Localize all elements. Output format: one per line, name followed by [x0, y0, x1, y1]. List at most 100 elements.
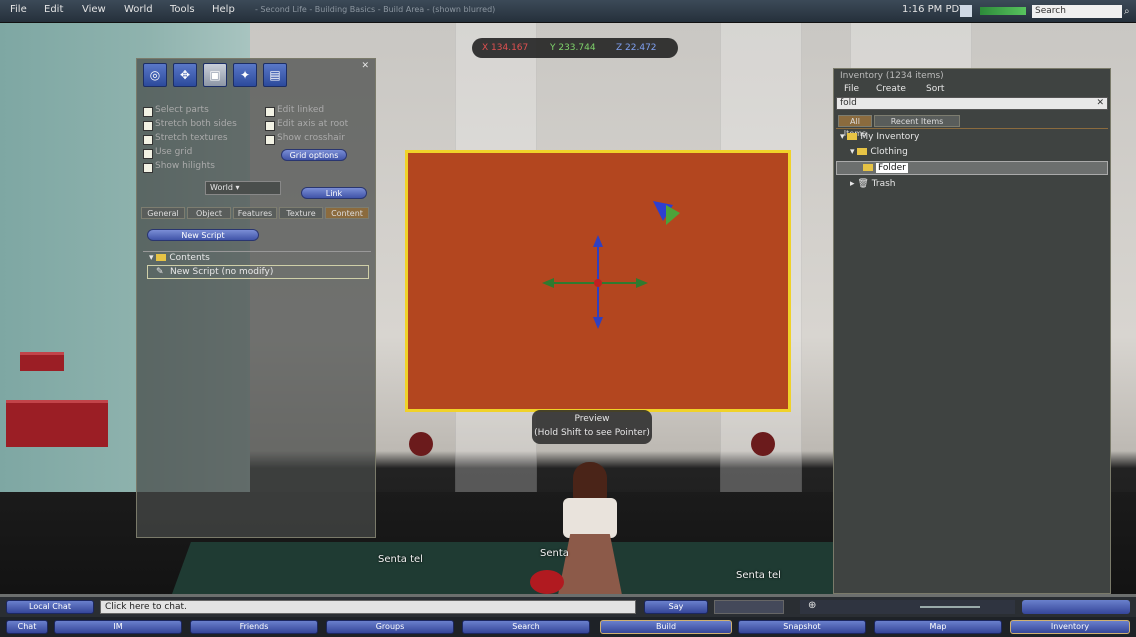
tab-recent-items[interactable]: Recent Items	[874, 115, 960, 127]
focus-tool-button[interactable]: ◎	[143, 63, 167, 87]
option-label: Stretch both sides	[155, 119, 237, 129]
tab-object[interactable]: Object	[187, 207, 231, 219]
inventory-filter-input[interactable]: fold ✕	[836, 97, 1108, 110]
show-crosshair-checkbox[interactable]	[265, 135, 275, 145]
grid-options-button[interactable]: Grid options	[281, 149, 347, 161]
chat-input[interactable]: Click here to chat.	[100, 600, 636, 614]
avatar-nametag: Senta	[540, 548, 569, 559]
tree-clothing[interactable]: ▾ Clothing	[850, 147, 908, 157]
contents-folder-row[interactable]: ▾ Contents	[149, 253, 210, 263]
build-button[interactable]: Build	[600, 620, 732, 634]
folder-icon	[847, 133, 858, 140]
tab-texture[interactable]: Texture	[279, 207, 323, 219]
bottom-toolbar: Chat IM Friends Groups Search Build Snap…	[0, 617, 1136, 637]
tab-content[interactable]: Content	[325, 207, 369, 219]
avatar-nametag: Senta tel	[736, 570, 781, 581]
search-button[interactable]: Search	[462, 620, 590, 634]
script-item-label: New Script (no modify)	[170, 267, 274, 277]
region-info: - Second Life - Building Basics - Build …	[255, 5, 496, 14]
build-panel: ◎ ✥ ▣ ✦ ▤ ✕ Select parts Stretch both si…	[136, 58, 376, 538]
land-tool-button[interactable]: ▤	[263, 63, 287, 87]
inventory-button[interactable]: Inventory	[1010, 620, 1130, 634]
map-button[interactable]: Map	[874, 620, 1002, 634]
option-label: Select parts	[155, 105, 209, 115]
snapshot-button[interactable]: Snapshot	[738, 620, 866, 634]
menu-view[interactable]: View	[82, 4, 106, 15]
menu-bar: File Edit View World Tools Help - Second…	[0, 0, 1136, 23]
red-block	[20, 352, 64, 371]
menu-help[interactable]: Help	[212, 4, 235, 15]
groups-button[interactable]: Groups	[326, 620, 454, 634]
move-tool-button[interactable]: ✥	[173, 63, 197, 87]
red-block	[6, 400, 108, 447]
camera-controls[interactable]: ⊕	[800, 600, 1015, 614]
create-tool-button[interactable]: ✦	[233, 63, 257, 87]
menu-file[interactable]: File	[10, 4, 27, 15]
clock: 1:16 PM PDT	[902, 4, 966, 15]
chat-bar: Local Chat Click here to chat. Say ⊕	[0, 597, 1136, 617]
menu-tools[interactable]: Tools	[170, 4, 195, 15]
option-label: Show crosshair	[277, 133, 345, 143]
chat-channel-select[interactable]	[714, 600, 784, 614]
folder-icon	[857, 148, 868, 155]
show-hilights-checkbox[interactable]	[143, 163, 153, 173]
friends-button[interactable]: Friends	[190, 620, 318, 634]
divider	[836, 128, 1108, 129]
floor-mat	[169, 542, 891, 594]
stretch-textures-checkbox[interactable]	[143, 135, 153, 145]
tooltip-title: Preview	[574, 414, 610, 424]
select-parts-checkbox[interactable]	[143, 107, 153, 117]
stretch-both-checkbox[interactable]	[143, 121, 153, 131]
tab-general[interactable]: General	[141, 207, 185, 219]
clear-icon[interactable]: ✕	[1096, 98, 1104, 109]
red-dot	[409, 432, 433, 456]
tab-all-items[interactable]: All Items	[838, 115, 872, 138]
folder-icon	[156, 254, 167, 261]
red-cushion	[530, 570, 564, 594]
local-chat-button[interactable]: Local Chat	[6, 600, 94, 614]
say-button[interactable]: Say	[644, 600, 708, 614]
chat-button[interactable]: Chat	[6, 620, 48, 634]
ruler-select[interactable]: World ▾	[205, 181, 281, 195]
selected-prim[interactable]	[405, 150, 791, 412]
edit-axis-checkbox[interactable]	[265, 121, 275, 131]
option-label: Stretch textures	[155, 133, 228, 143]
im-button[interactable]: IM	[54, 620, 182, 634]
menu-edit[interactable]: Edit	[44, 4, 63, 15]
edit-linked-checkbox[interactable]	[265, 107, 275, 117]
trash-icon: 🗑	[857, 179, 869, 189]
move-gizmo[interactable]	[408, 153, 788, 409]
option-label: Show hilights	[155, 161, 215, 171]
new-script-button[interactable]: New Script	[147, 229, 259, 241]
folder-icon	[863, 164, 873, 171]
option-label: Edit linked	[277, 105, 325, 115]
inventory-menu-create[interactable]: Create	[876, 84, 906, 94]
edit-tool-button[interactable]: ▣	[203, 63, 227, 87]
money-icon[interactable]	[960, 5, 972, 17]
bandwidth-meter	[980, 7, 1026, 15]
tab-features[interactable]: Features	[233, 207, 277, 219]
avatar-nametag: Senta tel	[378, 554, 423, 565]
option-label: Edit axis at root	[277, 119, 349, 129]
inventory-menu-sort[interactable]: Sort	[926, 84, 944, 94]
option-label: Use grid	[155, 147, 193, 157]
volume-slider[interactable]	[920, 606, 980, 608]
use-grid-checkbox[interactable]	[143, 149, 153, 159]
menu-world[interactable]: World	[124, 4, 153, 15]
contents-item-row[interactable]: New Script (no modify) ✎	[147, 265, 369, 279]
close-icon[interactable]: ✕	[361, 61, 369, 71]
position-readout: X 134.167 Y 233.744 Z 22.472	[472, 38, 678, 58]
inventory-title: Inventory (1234 items)	[840, 71, 944, 81]
tree-trash[interactable]: ▸ 🗑 Trash	[850, 179, 896, 189]
media-controls[interactable]	[1022, 600, 1130, 614]
tree-my-inventory[interactable]: ▾ My Inventory	[840, 132, 919, 142]
tree-folder-selected: Folder	[863, 163, 908, 173]
script-icon: ✎	[156, 267, 164, 277]
inventory-menu-file[interactable]: File	[844, 84, 859, 94]
tree-row-selected[interactable]: Folder	[836, 161, 1108, 175]
search-input[interactable]: Search	[1032, 5, 1122, 18]
link-button[interactable]: Link	[301, 187, 367, 199]
zoom-icon[interactable]: ⊕	[808, 600, 816, 611]
red-dot	[751, 432, 775, 456]
search-icon[interactable]: ⌕	[1124, 6, 1130, 17]
